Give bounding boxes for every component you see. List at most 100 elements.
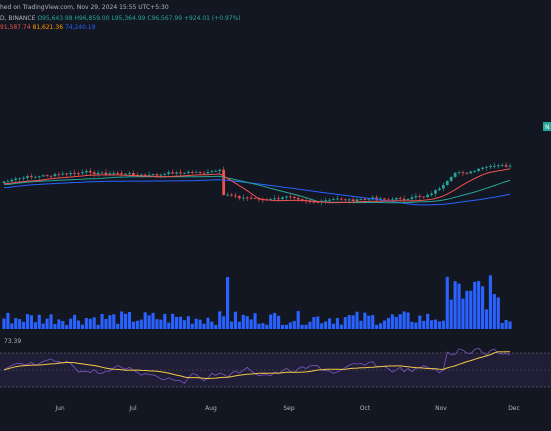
volume-bar	[355, 311, 359, 329]
volume-bar	[206, 317, 210, 329]
candle-body	[53, 174, 57, 176]
volume-bar	[29, 315, 33, 329]
candle-body	[30, 176, 33, 178]
volume-bar	[92, 317, 96, 329]
volume-bar	[57, 319, 61, 329]
candle-body	[163, 173, 167, 175]
volume-bar	[127, 311, 132, 329]
volume-bar	[175, 316, 179, 329]
candle-body	[175, 172, 178, 174]
volume-bar	[76, 320, 81, 329]
volume-bar	[88, 318, 92, 329]
volume-bar	[6, 312, 10, 329]
candle-body	[147, 174, 151, 176]
candle-body	[477, 168, 481, 171]
volume-bar	[14, 318, 18, 329]
candle-body	[481, 167, 484, 169]
volume-bar	[33, 322, 37, 329]
candle-body	[398, 198, 402, 199]
volume-bar	[382, 320, 387, 329]
candle-body	[100, 172, 104, 174]
volume-bar	[249, 319, 253, 329]
volume-bar	[151, 312, 155, 329]
price-chart[interactable]: N 73.39 Jun Jul Aug Sep Oct Nov Dec	[0, 0, 551, 431]
volume-bar	[375, 324, 379, 329]
volume-bar	[492, 294, 496, 329]
candle-body	[438, 188, 441, 191]
volume-bar	[120, 311, 124, 329]
candle-body	[410, 197, 414, 200]
volume-bar	[190, 323, 194, 329]
candle-body	[57, 174, 61, 176]
volume-bar	[147, 315, 151, 329]
volume-bar	[49, 314, 53, 329]
candle-body	[124, 173, 127, 175]
candle-body	[49, 175, 53, 177]
volume-bar	[347, 315, 351, 329]
volume-bar	[331, 323, 336, 329]
candle-body	[375, 197, 379, 199]
volume-bar	[300, 324, 304, 329]
volume-bar	[335, 318, 339, 329]
volume-bar	[422, 320, 426, 329]
candle-body	[418, 196, 422, 197]
candle-body	[328, 199, 331, 201]
candle-body	[296, 198, 300, 200]
volume-bar	[433, 319, 438, 329]
candle-body	[222, 169, 226, 195]
candle-body	[143, 174, 147, 176]
volume-bar	[441, 320, 445, 329]
volume-bar	[320, 323, 324, 329]
candle-body	[390, 199, 394, 201]
candle-body	[108, 173, 112, 175]
volume-bar	[194, 318, 198, 329]
time-axis-label: Oct	[360, 405, 371, 412]
volume-bar	[304, 324, 308, 329]
candle-body	[441, 184, 445, 189]
volume-bar	[116, 323, 120, 329]
candle-body	[485, 166, 488, 168]
candle-body	[465, 172, 469, 174]
candle-body	[65, 173, 69, 175]
candle-body	[159, 174, 163, 176]
volume-bar	[18, 319, 22, 329]
candle-body	[230, 194, 233, 196]
volume-bar	[229, 321, 234, 329]
volume-bar	[210, 321, 214, 329]
candle-body	[84, 170, 88, 173]
volume-bar	[73, 314, 77, 329]
candle-body	[496, 165, 500, 167]
volume-bar	[308, 321, 312, 329]
volume-bar	[108, 315, 112, 329]
candle-body	[96, 172, 100, 174]
candle-body	[241, 197, 245, 199]
time-axis-label: Sep	[283, 405, 295, 412]
candle-body	[281, 197, 284, 199]
candle-body	[434, 190, 437, 194]
volume-bar	[2, 318, 6, 329]
volume-bar	[343, 317, 347, 329]
time-axis-label: Aug	[205, 405, 217, 412]
candle-body	[457, 172, 461, 174]
volume-bar	[112, 314, 116, 329]
volume-bar	[496, 297, 500, 329]
candle-body	[198, 171, 202, 173]
candle-body	[253, 197, 257, 199]
volume-bar	[96, 324, 100, 329]
candle-body	[73, 173, 76, 174]
candle-body	[406, 199, 410, 200]
candle-body	[245, 197, 249, 199]
volume-bar	[198, 319, 202, 329]
candle-body	[273, 198, 277, 200]
volume-bar	[218, 311, 222, 329]
candle-body	[355, 199, 359, 201]
volume-bar	[481, 286, 485, 329]
candle-body	[120, 173, 124, 175]
volume-bar	[214, 324, 218, 329]
rsi-value: 73.39	[4, 338, 21, 345]
candle-body	[37, 176, 41, 178]
volume-bar	[178, 316, 183, 329]
volume-bar	[414, 322, 418, 329]
candle-body	[202, 172, 206, 174]
volume-bar	[10, 323, 14, 329]
